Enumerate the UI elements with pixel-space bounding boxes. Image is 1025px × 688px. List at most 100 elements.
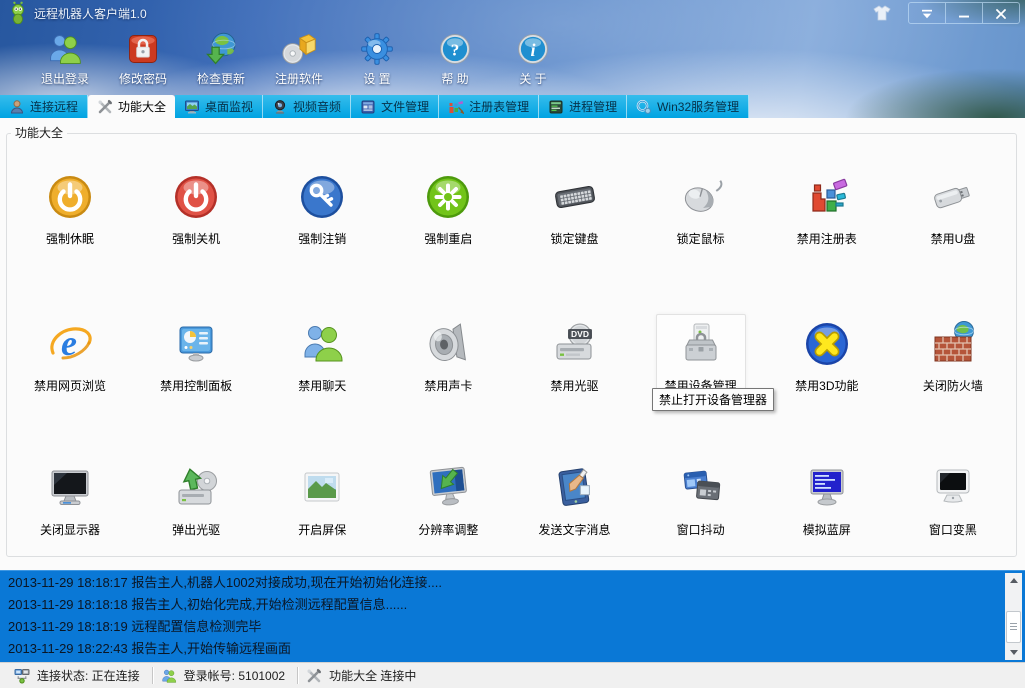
- feature-force-shutdown[interactable]: 强制关机: [133, 167, 259, 254]
- feature-inner: 禁用U盘: [920, 167, 986, 254]
- tab-video-audio[interactable]: 视频音频: [263, 95, 351, 118]
- tab-connect-remote[interactable]: 连接远程: [0, 95, 88, 118]
- feature-disable-registry[interactable]: 禁用注册表: [764, 167, 890, 254]
- tab-label: 进程管理: [569, 98, 617, 115]
- toolbar-button-label: 检查更新: [197, 70, 245, 87]
- feature-lock-mouse[interactable]: 锁定鼠标: [638, 167, 764, 254]
- directx-icon: [803, 320, 851, 368]
- collapse-button[interactable]: [909, 3, 945, 23]
- gear-icon: [359, 31, 395, 67]
- status-label: 连接状态: 正在连接: [37, 667, 140, 684]
- globe-update-icon: [203, 31, 239, 67]
- svg-text:i: i: [530, 40, 535, 60]
- shutdown-power-icon: [172, 173, 220, 221]
- feature-label: 锁定鼠标: [677, 230, 725, 247]
- feature-simulate-bluescreen[interactable]: 模拟蓝屏: [764, 458, 890, 545]
- help-circle-icon: ?: [437, 31, 473, 67]
- feature-label: 禁用聊天: [298, 377, 346, 394]
- scroll-up-icon: [1010, 578, 1018, 583]
- tab-win32-services[interactable]: Win32服务管理: [627, 95, 749, 118]
- skin-shirt-icon[interactable]: [872, 5, 892, 21]
- person-icon: [9, 99, 25, 115]
- feature-label: 禁用光驱: [551, 377, 599, 394]
- feature-row-2: e禁用网页浏览禁用控制面板禁用聊天禁用声卡DVD禁用光驱禁用设备管理禁用3D功能…: [7, 314, 1016, 401]
- feature-inner: 强制休眠: [37, 167, 103, 254]
- feature-inner: 强制关机: [163, 167, 229, 254]
- feature-inner: 发送文字消息: [530, 458, 620, 545]
- toolbar-button-logout[interactable]: 退出登录: [26, 26, 104, 95]
- feature-close-firewall[interactable]: 关闭防火墙: [890, 314, 1016, 401]
- toolbar-button-about[interactable]: i 关 于: [494, 26, 572, 95]
- feature-inner: 弹出光驱: [163, 458, 229, 545]
- feature-force-logoff[interactable]: 强制注销: [259, 167, 385, 254]
- bluescreen-icon: [803, 464, 851, 512]
- feature-row-3: 关闭显示器弹出光驱开启屏保 分辨率调整发送文字消息 窗口抖动模拟蓝屏 窗口变黑: [7, 458, 1016, 545]
- feature-lock-keyboard[interactable]: 锁定键盘: [512, 167, 638, 254]
- tab-features[interactable]: 功能大全: [88, 95, 175, 118]
- toolbar-button-help[interactable]: ?帮 助: [416, 26, 494, 95]
- keyboard-icon: [551, 173, 599, 221]
- feature-label: 锁定键盘: [551, 230, 599, 247]
- feature-adjust-resolution[interactable]: 分辨率调整: [385, 458, 511, 545]
- minimize-icon: [958, 8, 970, 18]
- feature-inner: 窗口抖动: [668, 458, 734, 545]
- feature-send-text-message[interactable]: 发送文字消息: [512, 458, 638, 545]
- toolbar-button-change-password[interactable]: 修改密码: [104, 26, 182, 95]
- tab-registry-manager[interactable]: 注册表管理: [439, 95, 539, 118]
- window-button-group: [908, 2, 1020, 24]
- feature-inner: e禁用网页浏览: [25, 314, 115, 401]
- feature-inner: 窗口变黑: [920, 458, 986, 545]
- logoff-key-icon: [298, 173, 346, 221]
- log-scrollbar[interactable]: [1005, 573, 1022, 660]
- tab-desktop-monitor[interactable]: 桌面监视: [175, 95, 263, 118]
- tabbar: 连接远程 功能大全桌面监视视频音频文件管理注册表管理 进程管理 Win32服务管理: [0, 95, 1025, 118]
- scrollbar-thumb[interactable]: [1006, 611, 1021, 643]
- close-button[interactable]: [982, 3, 1019, 23]
- registry-edit-icon: [448, 99, 464, 115]
- minimize-button[interactable]: [945, 3, 982, 23]
- feature-label: 强制关机: [172, 230, 220, 247]
- feature-inner: DVD 禁用光驱: [542, 314, 608, 401]
- feature-label: 发送文字消息: [539, 521, 611, 538]
- feature-label: 开启屏保: [298, 521, 346, 538]
- toolbar-button-label: 关 于: [519, 70, 546, 87]
- feature-disable-cdrom[interactable]: DVD 禁用光驱: [512, 314, 638, 401]
- toolbar-button-check-update[interactable]: 检查更新: [182, 26, 260, 95]
- feature-disable-control-panel[interactable]: 禁用控制面板: [133, 314, 259, 401]
- feature-disable-3d[interactable]: 禁用3D功能: [764, 314, 890, 401]
- feature-label: 模拟蓝屏: [803, 521, 851, 538]
- tools-icon: [97, 99, 113, 115]
- process-window-icon: [548, 99, 564, 115]
- tab-process-manager[interactable]: 进程管理: [539, 95, 627, 118]
- svg-text:DVD: DVD: [571, 329, 589, 339]
- feature-disable-sound-card[interactable]: 禁用声卡: [385, 314, 511, 401]
- scrollbar-up-button[interactable]: [1005, 573, 1022, 588]
- app-window: 远程机器人客户端1.0 退出登录修改密码检查更新注册软件设 置?帮 助i关 于 …: [0, 0, 1025, 688]
- log-area[interactable]: 2013-11-29 18:18:17 报告主人,机器人1002对接成功,现在开…: [0, 570, 1025, 662]
- log-line: 2013-11-29 18:18:17 报告主人,机器人1002对接成功,现在开…: [8, 572, 1025, 594]
- device-toolbox-icon: [677, 320, 725, 368]
- toolbar-button-register-software[interactable]: 注册软件: [260, 26, 338, 95]
- usb-drive-icon: [929, 173, 977, 221]
- feature-disable-usb[interactable]: 禁用U盘: [890, 167, 1016, 254]
- tab-label: Win32服务管理: [657, 98, 739, 115]
- feature-close-monitor[interactable]: 关闭显示器: [7, 458, 133, 545]
- registry-icon: [803, 173, 851, 221]
- feature-start-screensaver[interactable]: 开启屏保: [259, 458, 385, 545]
- scrollbar-down-button[interactable]: [1005, 645, 1022, 660]
- feature-window-black[interactable]: 窗口变黑: [890, 458, 1016, 545]
- tab-label: 功能大全: [118, 98, 166, 115]
- feature-disable-web-browsing[interactable]: e禁用网页浏览: [7, 314, 133, 401]
- tab-file-manager[interactable]: 文件管理: [351, 95, 439, 118]
- screensaver-icon: [298, 464, 346, 512]
- features-groupbox: 功能大全 强制休眠强制关机强制注销强制重启锁定键盘锁定鼠标禁用注册表禁用U盘 e…: [6, 133, 1017, 557]
- feature-window-shake[interactable]: 窗口抖动: [638, 458, 764, 545]
- feature-force-sleep[interactable]: 强制休眠: [7, 167, 133, 254]
- feature-disable-chat[interactable]: 禁用聊天: [259, 314, 385, 401]
- toolbar-button-settings[interactable]: 设 置: [338, 26, 416, 95]
- feature-inner: 强制重启: [415, 167, 481, 254]
- toolbar-button-label: 修改密码: [119, 70, 167, 87]
- feature-force-restart[interactable]: 强制重启: [385, 167, 511, 254]
- groupbox-legend: 功能大全: [11, 126, 67, 141]
- feature-eject-cdrom[interactable]: 弹出光驱: [133, 458, 259, 545]
